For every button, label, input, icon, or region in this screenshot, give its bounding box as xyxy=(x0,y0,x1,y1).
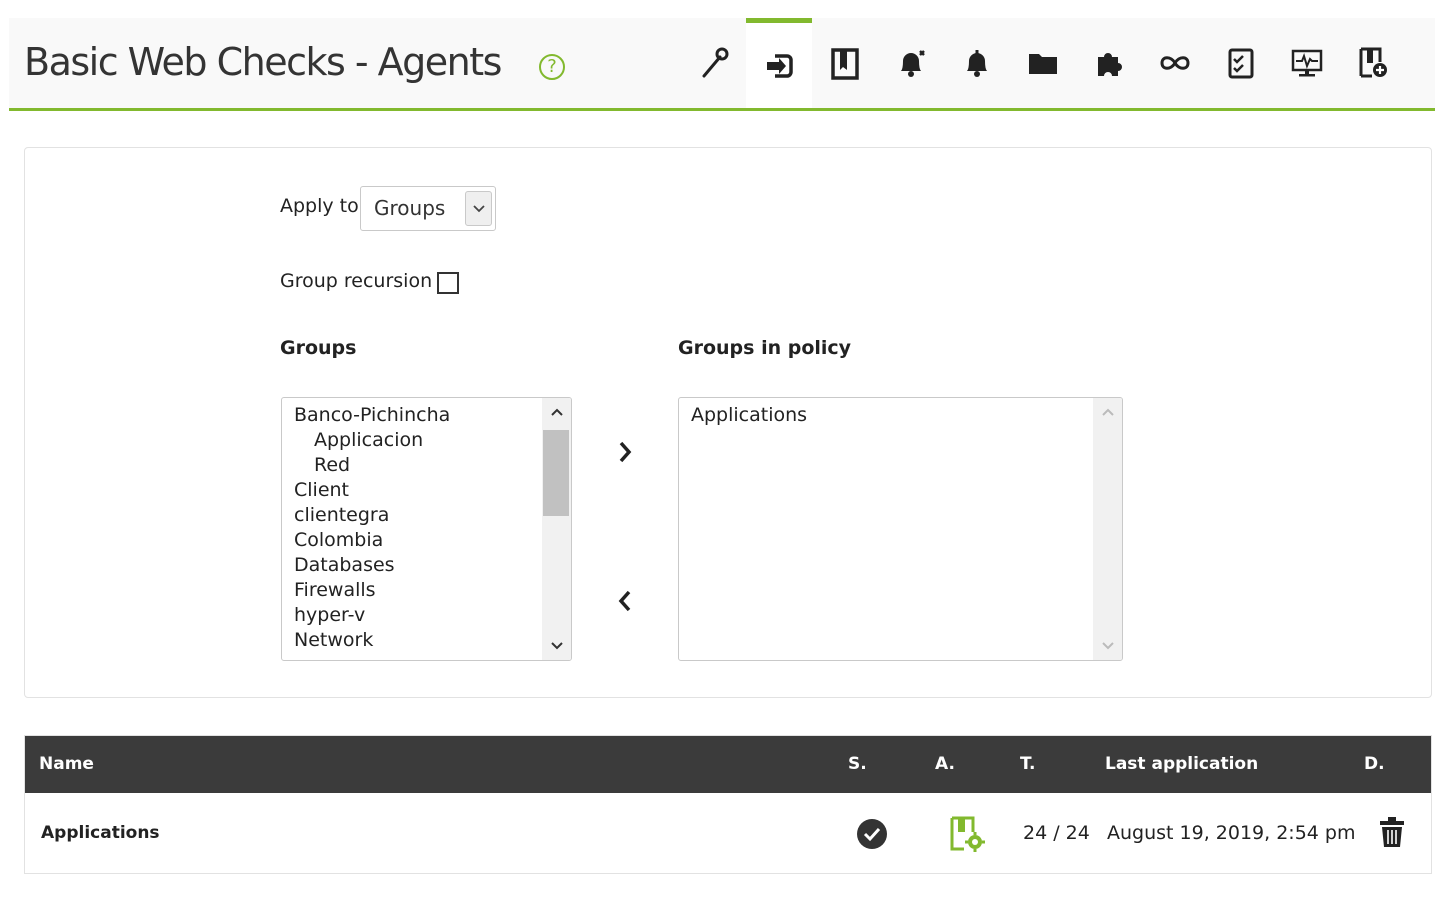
help-circle-icon[interactable]: ? xyxy=(539,54,565,80)
chevron-right-icon xyxy=(619,441,632,463)
tab-external-alerts[interactable] xyxy=(944,18,1010,108)
list-item[interactable]: Red xyxy=(314,454,350,476)
apply-to-value: Groups xyxy=(374,196,446,220)
tab-collections[interactable] xyxy=(1010,18,1076,108)
puzzle-plugin-icon xyxy=(1098,53,1122,76)
tab-agents[interactable] xyxy=(746,18,812,108)
list-item[interactable]: Banco-Pichincha xyxy=(294,404,450,426)
row-last-application: August 19, 2019, 2:54 pm xyxy=(1107,822,1356,844)
row-name: Applications xyxy=(41,823,160,843)
trash-icon[interactable] xyxy=(1379,816,1405,853)
agent-login-icon xyxy=(767,53,793,78)
list-item[interactable]: hyper-v xyxy=(294,604,365,626)
column-last-application: Last application xyxy=(1105,754,1259,774)
column-status: S. xyxy=(848,754,867,774)
column-name: Name xyxy=(39,754,94,774)
apply-policy-icon[interactable] xyxy=(949,815,987,858)
alert-bell-plus-icon xyxy=(901,50,925,77)
folder-icon xyxy=(1029,54,1057,74)
add-to-policy-button[interactable] xyxy=(605,432,645,472)
tab-plugins[interactable] xyxy=(1076,18,1142,108)
list-item[interactable]: Client xyxy=(294,479,349,501)
monitor-pulse-icon xyxy=(1291,49,1323,77)
tab-setup[interactable] xyxy=(681,18,747,108)
tab-monitoring[interactable] xyxy=(1274,18,1340,108)
list-item[interactable]: Applications xyxy=(691,404,807,426)
column-total: T. xyxy=(1020,754,1036,774)
tab-inventory[interactable] xyxy=(1142,18,1208,108)
chevron-down-icon[interactable] xyxy=(542,632,571,660)
apply-to-label: Apply to xyxy=(280,195,359,217)
bell-icon xyxy=(967,50,987,77)
page-header: Basic Web Checks - Agents ? xyxy=(9,18,1435,111)
groups-in-policy-listbox[interactable]: Applications xyxy=(678,397,1123,661)
module-book-icon xyxy=(831,48,859,80)
chevron-up-icon[interactable] xyxy=(1093,398,1122,426)
checklist-icon xyxy=(1228,48,1254,79)
chevron-up-icon[interactable] xyxy=(542,398,571,426)
column-delete: D. xyxy=(1364,754,1385,774)
list-item[interactable]: Applicacion xyxy=(314,429,423,451)
list-item[interactable]: Network xyxy=(294,629,373,651)
page-title: Basic Web Checks - Agents xyxy=(24,40,502,84)
groups-header: Groups xyxy=(280,337,357,359)
list-item[interactable]: Databases xyxy=(294,554,395,576)
remove-from-policy-button[interactable] xyxy=(605,581,645,621)
row-total: 24 / 24 xyxy=(1023,822,1090,844)
list-item[interactable]: clientegra xyxy=(294,504,389,526)
apply-to-select[interactable]: Groups xyxy=(360,186,496,231)
check-circle-icon xyxy=(856,818,888,855)
groups-listbox[interactable]: Banco-Pichincha Applicacion Red Client c… xyxy=(281,397,572,661)
chevron-left-icon xyxy=(618,590,631,612)
list-item[interactable]: Colombia xyxy=(294,529,383,551)
tab-modules[interactable] xyxy=(812,18,878,108)
group-recursion-label: Group recursion xyxy=(280,270,433,292)
list-item[interactable]: Firewalls xyxy=(294,579,376,601)
groups-scrollbar[interactable] xyxy=(542,398,571,660)
infinity-link-icon xyxy=(1160,56,1190,70)
tab-queue[interactable] xyxy=(1208,18,1274,108)
group-recursion-checkbox[interactable] xyxy=(437,272,459,294)
tab-alerts[interactable] xyxy=(878,18,944,108)
chevron-down-icon[interactable] xyxy=(1093,632,1122,660)
policy-form-panel: Apply to Groups Group recursion Groups G… xyxy=(24,147,1432,698)
chevron-down-icon xyxy=(465,191,492,226)
tab-add-module[interactable] xyxy=(1340,18,1406,108)
add-module-icon xyxy=(1359,47,1387,78)
column-apply: A. xyxy=(935,754,955,774)
policy-scrollbar[interactable] xyxy=(1093,398,1122,660)
groups-in-policy-header: Groups in policy xyxy=(678,337,852,359)
table-header: Name S. A. T. Last application D. xyxy=(25,736,1431,793)
wrench-icon xyxy=(702,47,729,78)
scroll-thumb[interactable] xyxy=(543,430,569,516)
policy-groups-table: Name S. A. T. Last application D. Applic… xyxy=(24,735,1432,874)
